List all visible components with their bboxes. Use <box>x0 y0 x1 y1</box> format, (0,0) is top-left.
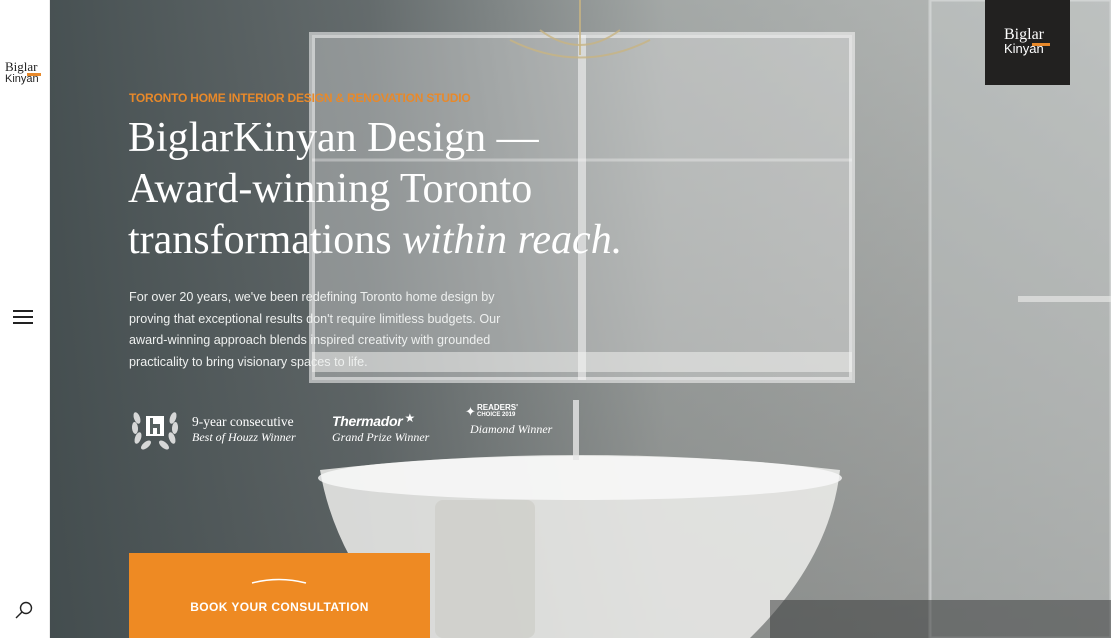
book-consultation-button[interactable]: BOOK YOUR CONSULTATION <box>129 553 430 638</box>
choice-label: CHOICE 2019 <box>477 412 516 418</box>
sidebar-logo[interactable]: Biglar Kinyan <box>5 60 45 85</box>
headline-line-2: Award-winning Toronto <box>128 166 533 212</box>
award-thermador: Thermador ★ Grand Prize Winner <box>332 410 429 458</box>
award-readers-line2: Diamond Winner <box>470 422 553 436</box>
logo-line-2: Kinyan <box>5 73 45 85</box>
swoosh-icon <box>251 578 307 584</box>
hero-section: TORONTO HOME INTERIOR DESIGN & RENOVATIO… <box>50 0 1111 638</box>
left-sidebar: Biglar Kinyan <box>0 0 50 638</box>
logo-line-1: Biglar <box>5 59 38 74</box>
headline-line-1: BiglarKinyan Design — <box>128 115 539 161</box>
magnifier-icon[interactable] <box>13 600 35 622</box>
headline-italic: within reach. <box>402 217 623 263</box>
award-readers-choice: ✦ READERS' CHOICE 2019 Diamond Winner <box>465 404 552 452</box>
award-houzz-line1: 9-year consecutive <box>192 414 294 429</box>
award-houzz: 9-year consecutive Best of Houzz Winner <box>192 414 296 462</box>
hero-intro: For over 20 years, we've been redefining… <box>129 290 501 369</box>
headline-line-3: transformations <box>128 217 403 263</box>
award-houzz-line2: Best of Houzz Winner <box>192 430 296 444</box>
cta-label: BOOK YOUR CONSULTATION <box>190 600 369 614</box>
star-icon: ★ <box>404 411 416 425</box>
thermador-brand: Thermador <box>332 413 403 429</box>
hero-headline: BiglarKinyan Design — Award-winning Toro… <box>128 113 688 266</box>
hamburger-icon[interactable] <box>13 310 33 326</box>
houzz-laurel-icon <box>129 404 181 452</box>
award-thermador-line2: Grand Prize Winner <box>332 430 430 444</box>
readers-label: READERS' <box>477 403 519 412</box>
hero-eyebrow: TORONTO HOME INTERIOR DESIGN & RENOVATIO… <box>129 91 471 105</box>
header-logo[interactable]: Biglar Kinyan <box>985 0 1070 85</box>
header-logo-line2: Kinyan <box>1004 41 1044 56</box>
readers-choice-icon: ✦ <box>465 404 476 419</box>
